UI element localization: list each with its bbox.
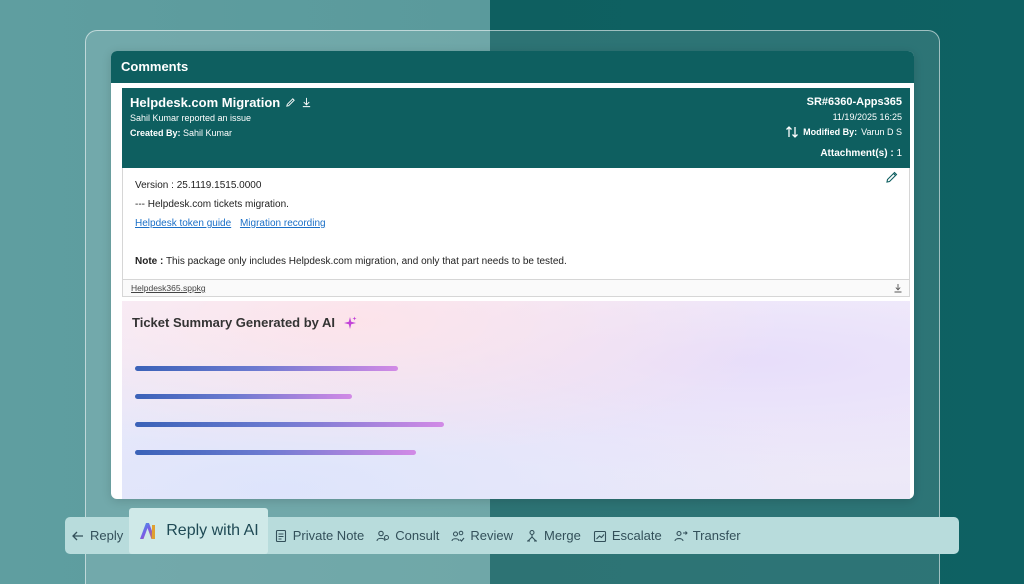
sort-arrows-icon[interactable] [785,126,799,138]
link-migration-recording[interactable]: Migration recording [240,218,326,229]
action-bar: Reply Reply with AI Private Note Consult… [65,507,959,554]
summary-placeholder-line [135,422,444,427]
reply-with-ai-button[interactable]: Reply with AI [129,507,268,554]
note-icon [275,529,286,542]
attachment-filename[interactable]: Helpdesk365.sppkg [131,283,206,293]
download-icon[interactable] [893,283,903,293]
note-text: Note : This package only includes Helpde… [135,256,567,267]
comment-body: Version : 25.1119.1515.0000 --- Helpdesk… [122,168,910,280]
panel-title: Comments [111,51,914,83]
created-by: Created By: Sahil Kumar [130,128,233,138]
comment-text: --- Helpdesk.com tickets migration. [135,199,289,210]
merge-button[interactable]: Merge [519,517,587,554]
ai-summary-panel: Ticket Summary Generated by AI [122,301,910,499]
summary-placeholder-line [135,394,352,399]
summary-placeholder-line [135,450,416,455]
comments-panel: Comments Helpdesk.com Migration Sahil Ku… [111,51,914,499]
attachment-count: Attachment(s) : 1 [820,148,902,159]
ticket-date: 11/19/2025 16:25 [832,112,902,122]
ai-summary-title: Ticket Summary Generated by AI [132,315,336,330]
transfer-icon [674,530,688,541]
escalate-button[interactable]: Escalate [587,517,668,554]
attachment-row: Helpdesk365.sppkg [122,280,910,297]
ticket-header: Helpdesk.com Migration Sahil Kumar repor… [122,88,910,168]
comment-links: Helpdesk token guide Migration recording [135,218,332,229]
link-token-guide[interactable]: Helpdesk token guide [135,218,231,229]
arrow-left-icon [72,531,83,540]
summary-placeholder-line [135,366,398,371]
sparkle-icon [344,316,357,329]
version-text: Version : 25.1119.1515.0000 [135,180,262,191]
review-button[interactable]: Review [445,517,519,554]
reporter-text: Sahil Kumar reported an issue [130,113,252,123]
edit-icon[interactable] [885,170,899,184]
pencil-icon[interactable] [285,97,296,108]
escalate-icon [593,530,606,542]
sr-number: SR#6360-Apps365 [806,96,902,108]
ticket-title: Helpdesk.com Migration [130,95,281,110]
consult-button[interactable]: Consult [370,517,445,554]
modified-by: Modified By: Varun D S [785,126,902,138]
ai-logo-icon [140,522,156,539]
merge-icon [526,529,537,542]
transfer-button[interactable]: Transfer [668,517,747,554]
people-check-icon [451,530,465,542]
people-icon [376,530,390,541]
download-icon[interactable] [301,97,312,108]
reply-button[interactable]: Reply [65,517,129,554]
private-note-button[interactable]: Private Note [268,517,371,554]
